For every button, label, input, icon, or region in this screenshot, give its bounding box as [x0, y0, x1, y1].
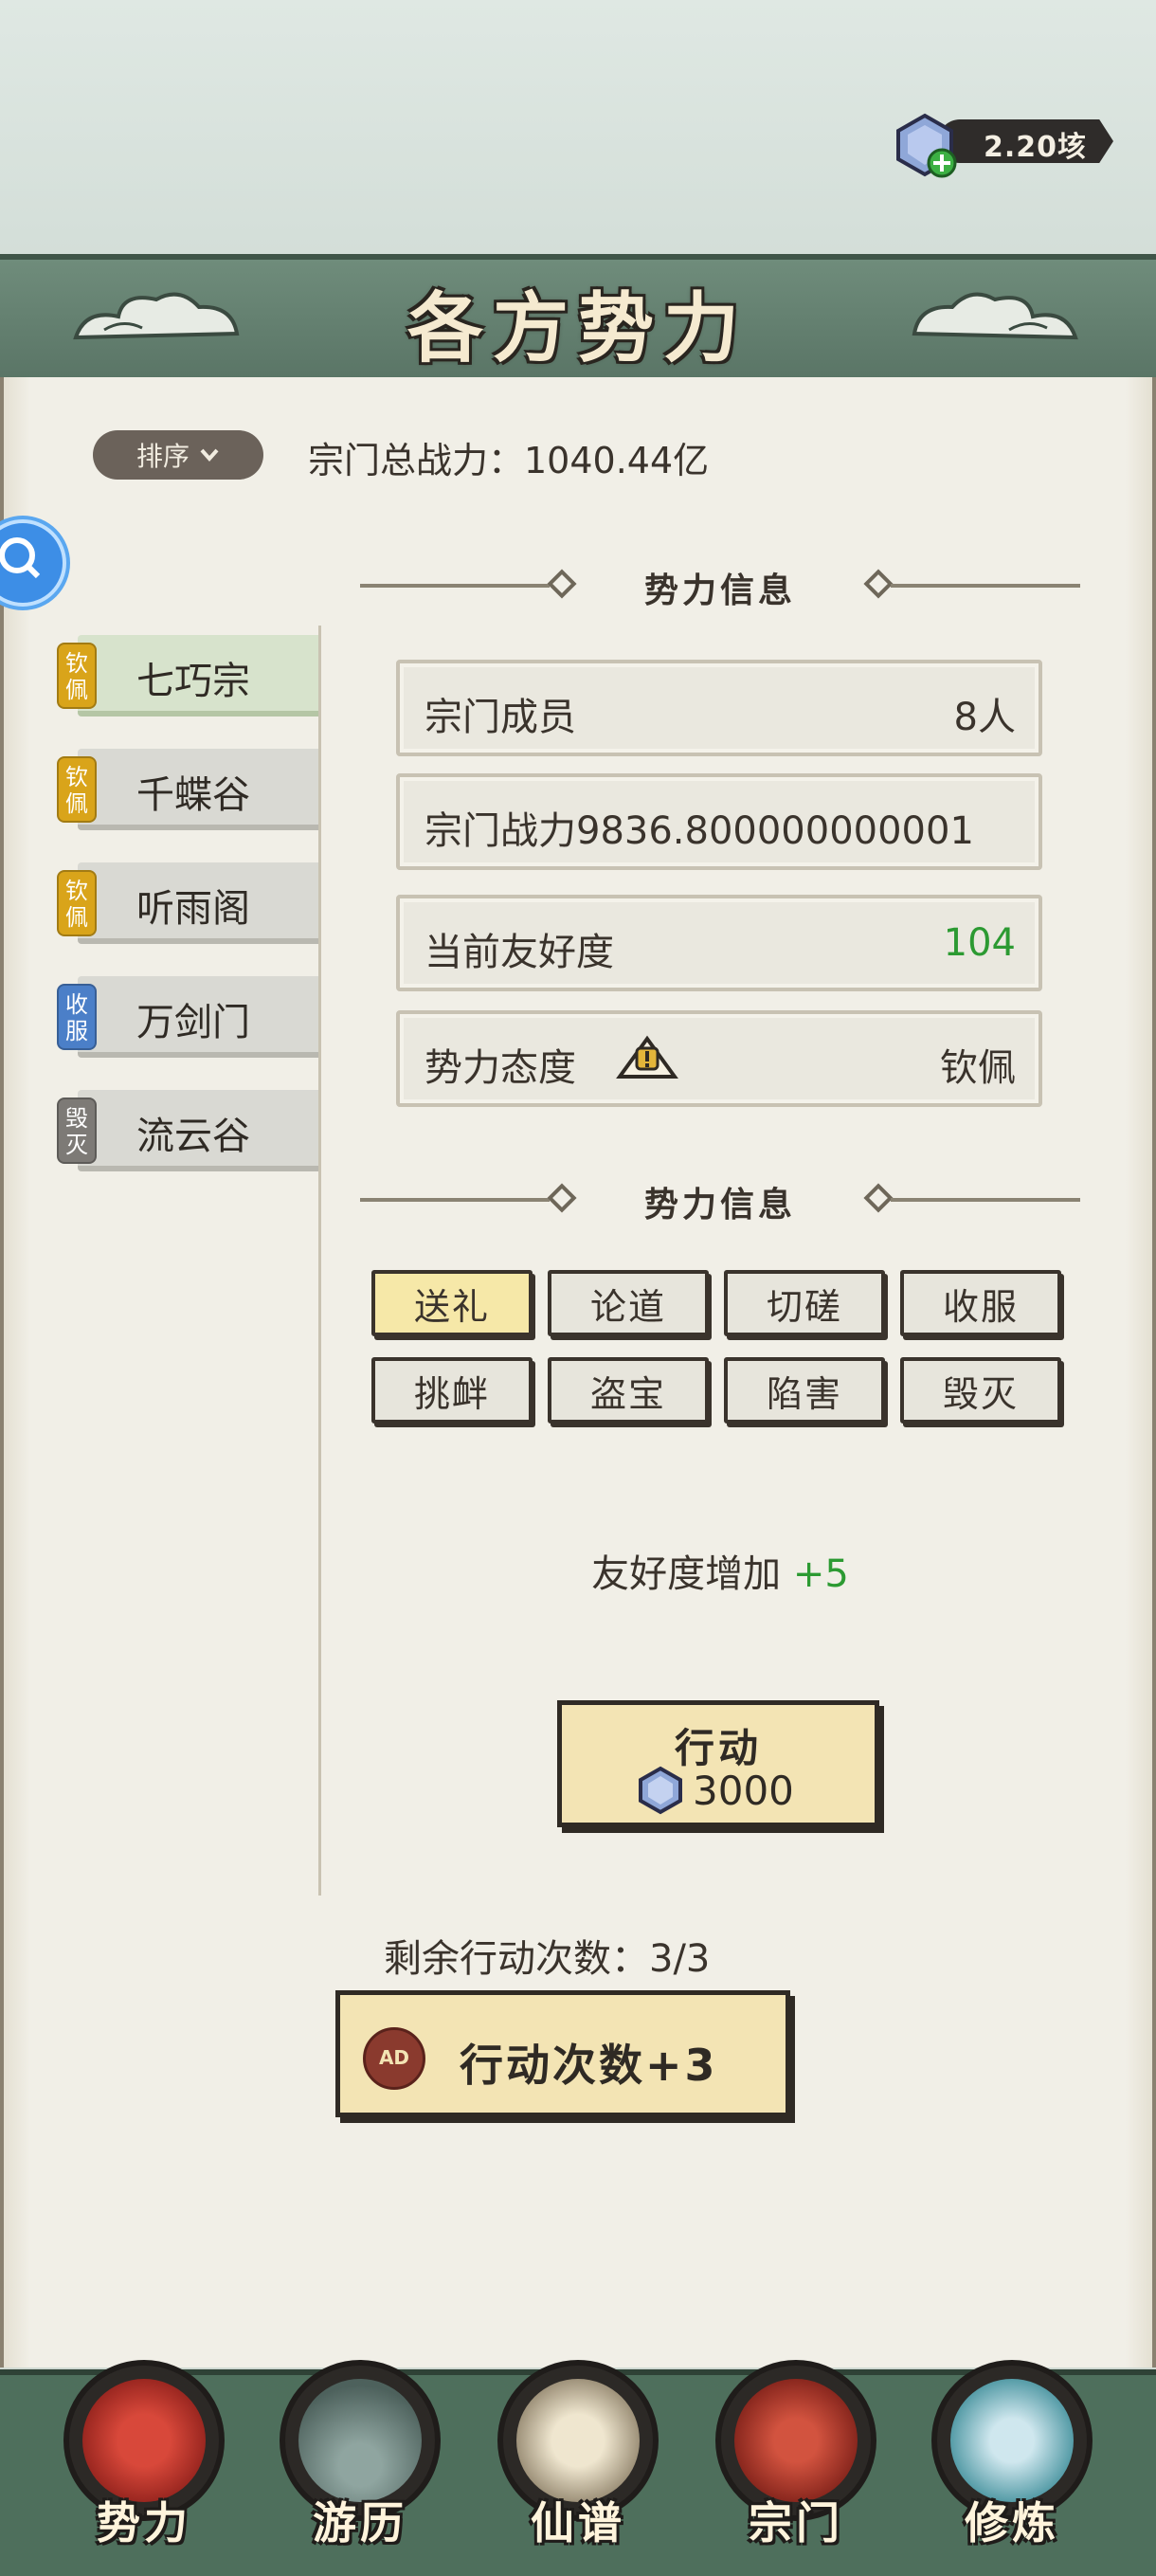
info-row-members: 宗门成员 8人 — [396, 660, 1042, 756]
info-row-power: 宗门战力9836.800000000001 — [396, 773, 1042, 870]
chevron-down-icon — [200, 448, 219, 463]
action-button-gift[interactable]: 送礼 — [371, 1270, 533, 1336]
watch-ad-button[interactable]: AD 行动次数+3 — [335, 1990, 790, 2117]
action-button-provoke[interactable]: 挑衅 — [371, 1357, 533, 1424]
gem-icon — [639, 1766, 682, 1815]
sort-button[interactable]: 排序 — [93, 430, 263, 480]
currency-amount: 2.20垓 — [984, 131, 1088, 164]
nav-tab-immortal-records[interactable]: 仙谱 — [493, 2360, 663, 2570]
nav-label: 修炼 — [965, 2497, 1059, 2549]
actions-section-header: 势力信息 — [360, 1171, 1080, 1228]
page-title: 各方势力 — [407, 283, 749, 372]
diamond-ornament-icon — [547, 569, 577, 599]
info-value: 104 — [943, 921, 1016, 965]
sect-item-0[interactable]: 钦佩 七巧宗 — [55, 635, 318, 718]
effect-label: 友好度增加 — [591, 1552, 793, 1596]
diamond-ornament-icon — [863, 569, 894, 599]
sort-label: 排序 — [135, 441, 190, 472]
nav-label: 仙谱 — [531, 2497, 625, 2549]
warning-speech-icon[interactable] — [616, 1035, 678, 1088]
info-label: 宗门战力9836.800000000001 — [424, 809, 974, 853]
diamond-ornament-icon — [863, 1183, 894, 1213]
sect-name: 万剑门 — [136, 1001, 250, 1044]
nav-tab-factions[interactable]: 势力 — [59, 2360, 229, 2570]
sect-status-tag: 钦佩 — [57, 870, 97, 936]
action-cost: 3000 — [693, 1768, 794, 1814]
list-divider — [318, 626, 321, 1896]
divider-line — [360, 584, 550, 588]
search-icon — [0, 537, 41, 579]
currency-display[interactable]: 2.20垓 — [891, 112, 1128, 178]
nav-label: 游历 — [313, 2497, 407, 2549]
section-title: 势力信息 — [643, 571, 796, 610]
diamond-ornament-icon — [547, 1183, 577, 1213]
divider-line — [360, 1198, 550, 1202]
info-label: 势力态度 — [424, 1046, 576, 1090]
info-section-header: 势力信息 — [360, 557, 1080, 614]
sect-status-tag: 毁灭 — [57, 1098, 97, 1164]
sect-item-4[interactable]: 毁灭 流云谷 — [55, 1090, 318, 1173]
info-row-attitude: 势力态度 钦佩 — [396, 1010, 1042, 1107]
sect-item-3[interactable]: 收服 万剑门 — [55, 976, 318, 1060]
gem-plus-icon[interactable] — [891, 112, 959, 180]
info-value: 钦佩 — [940, 1046, 1016, 1090]
divider-line — [891, 584, 1080, 588]
info-label: 宗门成员 — [424, 696, 576, 739]
remaining-actions-text: 剩余行动次数：3/3 — [384, 1937, 711, 1981]
action-button-steal[interactable]: 盗宝 — [548, 1357, 709, 1424]
action-button-debate[interactable]: 论道 — [548, 1270, 709, 1336]
floating-assist-button[interactable] — [0, 519, 66, 607]
effect-value: +5 — [792, 1552, 849, 1596]
action-button-destroy[interactable]: 毁灭 — [900, 1357, 1061, 1424]
ad-icon: AD — [363, 2027, 425, 2090]
action-button-spar[interactable]: 切磋 — [724, 1270, 885, 1336]
info-label: 当前友好度 — [424, 931, 614, 974]
sect-status-tag: 钦佩 — [57, 643, 97, 709]
nav-tab-travel[interactable]: 游历 — [275, 2360, 445, 2570]
nav-tab-cultivation[interactable]: 修炼 — [927, 2360, 1097, 2570]
watch-ad-label: 行动次数+3 — [460, 2040, 718, 2091]
action-button-subdue[interactable]: 收服 — [900, 1270, 1061, 1336]
sect-name: 流云谷 — [136, 1115, 250, 1158]
nav-label: 宗门 — [749, 2497, 843, 2549]
section-title: 势力信息 — [643, 1186, 796, 1225]
info-value: 8人 — [953, 696, 1016, 739]
action-effect-text: 友好度增加 +5 — [360, 1543, 1080, 1598]
total-power-text: 宗门总战力：1040.44亿 — [308, 440, 710, 481]
sect-item-2[interactable]: 钦佩 听雨阁 — [55, 862, 318, 946]
sect-name: 千蝶谷 — [136, 773, 250, 817]
info-row-friendship: 当前友好度 104 — [396, 895, 1042, 991]
sect-item-1[interactable]: 钦佩 千蝶谷 — [55, 749, 318, 832]
divider-line — [891, 1198, 1080, 1202]
nav-label: 势力 — [97, 2497, 191, 2549]
sect-status-tag: 收服 — [57, 984, 97, 1050]
perform-action-button[interactable]: 行动 3000 — [557, 1700, 879, 1827]
action-button-frame[interactable]: 陷害 — [724, 1357, 885, 1424]
sect-name: 听雨阁 — [136, 887, 250, 931]
sect-status-tag: 钦佩 — [57, 756, 97, 823]
nav-tab-sect[interactable]: 宗门 — [711, 2360, 881, 2570]
sect-name: 七巧宗 — [136, 660, 250, 703]
perform-action-label: 行动 — [674, 1725, 762, 1771]
